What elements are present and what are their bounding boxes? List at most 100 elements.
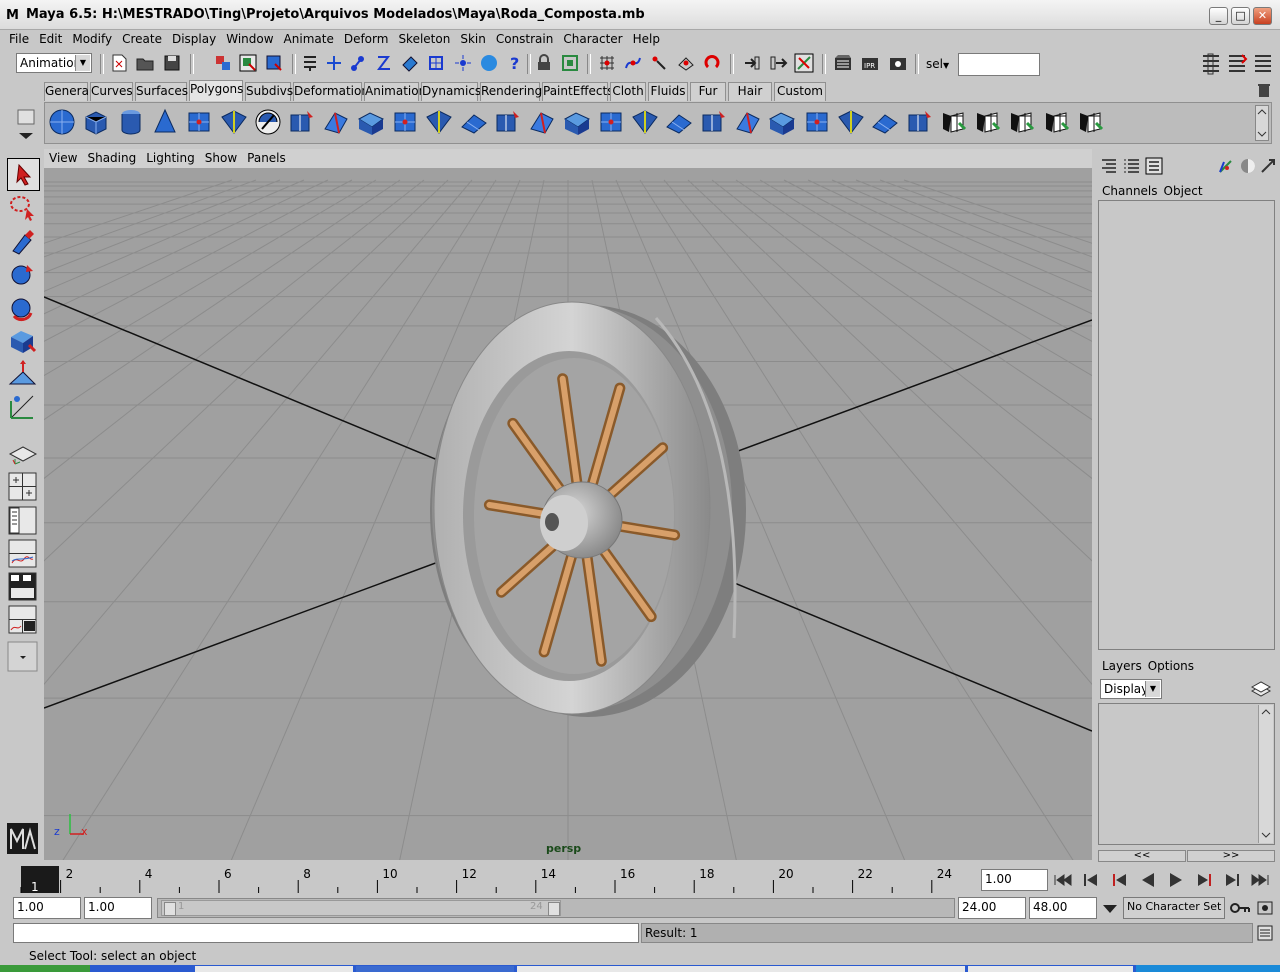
save-scene-icon[interactable] — [162, 53, 182, 73]
bevel-icon[interactable] — [596, 107, 626, 137]
menu-window[interactable]: Window — [221, 30, 278, 48]
snap-to-points-icon[interactable] — [649, 53, 669, 73]
range-slider-bar[interactable]: 1 24 — [161, 900, 561, 916]
select-by-component-icon[interactable] — [264, 53, 284, 73]
duplicate-face-icon[interactable] — [699, 107, 729, 137]
viewport-menu-panels[interactable]: Panels — [242, 149, 291, 168]
select-rendering-icon[interactable] — [479, 53, 499, 73]
channel-layer-both-icon[interactable] — [1145, 157, 1163, 175]
poly-torus-icon[interactable] — [219, 107, 249, 137]
minimize-button[interactable]: _ — [1209, 7, 1228, 25]
persp-graph-hypershade-layout-icon[interactable] — [7, 604, 40, 637]
shelf-tab-deformation[interactable]: Deformation — [293, 82, 369, 101]
collapse-icon[interactable] — [664, 107, 694, 137]
shelf-menu-button[interactable] — [14, 108, 38, 144]
four-pane-layout-icon[interactable] — [7, 471, 40, 504]
viewport-menu-view[interactable]: View — [44, 149, 82, 168]
playback-start-field[interactable]: 1.00 — [84, 897, 152, 919]
menu-animate[interactable]: Animate — [279, 30, 339, 48]
menu-display[interactable]: Display — [167, 30, 221, 48]
range-start-handle[interactable] — [164, 902, 176, 916]
planar-mapping-icon[interactable] — [939, 107, 969, 137]
output-operations-icon[interactable] — [768, 53, 788, 73]
show-channel-box-icon[interactable] — [1252, 52, 1274, 76]
shading-ball-icon[interactable] — [1239, 157, 1257, 175]
menu-file[interactable]: File — [4, 30, 34, 48]
hypershade-layout-icon[interactable] — [7, 571, 40, 604]
menu-help[interactable]: Help — [628, 30, 665, 48]
persp-graph-layout-icon[interactable] — [7, 538, 40, 571]
snap-to-grid-icon[interactable] — [597, 53, 617, 73]
animation-start-field[interactable]: 1.00 — [13, 897, 81, 919]
menu-skeleton[interactable]: Skeleton — [393, 30, 455, 48]
layer-menu-layers[interactable]: Layers — [1099, 657, 1145, 675]
go-to-end-icon[interactable] — [1248, 869, 1272, 891]
taskbar-item[interactable] — [968, 966, 1133, 972]
xform-icon[interactable] — [1217, 157, 1235, 175]
panel-scroll-right-button[interactable]: >> — [1187, 850, 1275, 862]
shelf-tab-hair[interactable]: Hair — [728, 82, 772, 101]
shelf-tab-custom[interactable]: Custom — [774, 82, 826, 101]
select-tool[interactable] — [7, 158, 40, 191]
merge-edges-icon[interactable] — [630, 107, 660, 137]
toolbox-options-button[interactable] — [7, 641, 40, 674]
manipulator-arrow-icon[interactable] — [1259, 157, 1277, 175]
shelf-tab-polygons[interactable]: Polygons — [189, 80, 243, 101]
cylindrical-mapping-icon[interactable] — [973, 107, 1003, 137]
single-pane-layout-icon[interactable] — [7, 438, 40, 471]
highlight-selection-icon[interactable] — [560, 53, 580, 73]
animation-end-field[interactable]: 48.00 — [1029, 897, 1097, 919]
go-to-start-icon[interactable] — [1051, 869, 1075, 891]
menu-skin[interactable]: Skin — [455, 30, 491, 48]
snap-to-curves-icon[interactable] — [623, 53, 643, 73]
select-joints-icon[interactable] — [348, 53, 368, 73]
maximize-button[interactable]: □ — [1231, 7, 1250, 25]
separate-icon[interactable] — [356, 107, 386, 137]
open-scene-icon[interactable] — [135, 53, 155, 73]
lasso-tool[interactable] — [7, 192, 40, 225]
quick-select-label[interactable]: sel▼ — [926, 57, 949, 71]
start-button[interactable] — [0, 965, 90, 972]
quick-select-field[interactable] — [958, 53, 1040, 76]
smooth-icon[interactable] — [733, 107, 763, 137]
layer-list[interactable] — [1098, 703, 1275, 845]
shelf-tab-general[interactable]: General — [44, 82, 92, 101]
layer-editor-toggle-icon[interactable] — [1123, 157, 1141, 175]
taskbar-item[interactable] — [517, 966, 965, 972]
poly-cube-icon[interactable] — [81, 107, 111, 137]
combine-icon[interactable] — [321, 107, 351, 137]
play-forwards-icon[interactable] — [1164, 869, 1188, 891]
step-forward-key-icon[interactable] — [1192, 869, 1216, 891]
taskbar-item[interactable] — [356, 966, 514, 972]
menuset-dropdown[interactable]: Animation ▼ — [16, 53, 92, 73]
select-by-object-type-icon[interactable] — [238, 53, 258, 73]
layer-list-scrollbar[interactable] — [1258, 705, 1273, 843]
rotate-tool[interactable] — [7, 292, 40, 325]
input-operations-icon[interactable] — [742, 53, 762, 73]
new-layer-icon[interactable] — [1250, 679, 1272, 699]
triangulate-icon[interactable] — [767, 107, 797, 137]
poly-prism-icon[interactable] — [253, 107, 283, 137]
reverse-normals-icon[interactable] — [836, 107, 866, 137]
cut-faces-icon[interactable] — [493, 107, 523, 137]
menu-create[interactable]: Create — [117, 30, 167, 48]
animation-preferences-icon[interactable] — [1256, 899, 1274, 917]
shelf-tab-animation[interactable]: Animation — [364, 82, 426, 101]
shelf-tab-fluids[interactable]: Fluids — [648, 82, 688, 101]
character-set-field[interactable]: No Character Set — [1123, 897, 1225, 919]
select-deformations-icon[interactable] — [426, 53, 446, 73]
selection-mask-icon[interactable] — [300, 53, 320, 73]
command-line-input[interactable] — [13, 923, 639, 943]
trash-icon[interactable] — [1256, 82, 1272, 98]
append-to-polygon-icon[interactable] — [424, 107, 454, 137]
viewport-menu-shading[interactable]: Shading — [82, 149, 141, 168]
menu-character[interactable]: Character — [558, 30, 627, 48]
soften-edge-icon[interactable] — [870, 107, 900, 137]
persp-outliner-layout-icon[interactable] — [7, 505, 40, 538]
layer-menu-options[interactable]: Options — [1145, 657, 1197, 675]
extrude-face-icon[interactable] — [527, 107, 557, 137]
extract-icon[interactable] — [287, 107, 317, 137]
shelf-scrollbar[interactable] — [1255, 105, 1269, 141]
shelf-tab-curves[interactable]: Curves — [90, 82, 133, 101]
viewport-menu-lighting[interactable]: Lighting — [141, 149, 200, 168]
